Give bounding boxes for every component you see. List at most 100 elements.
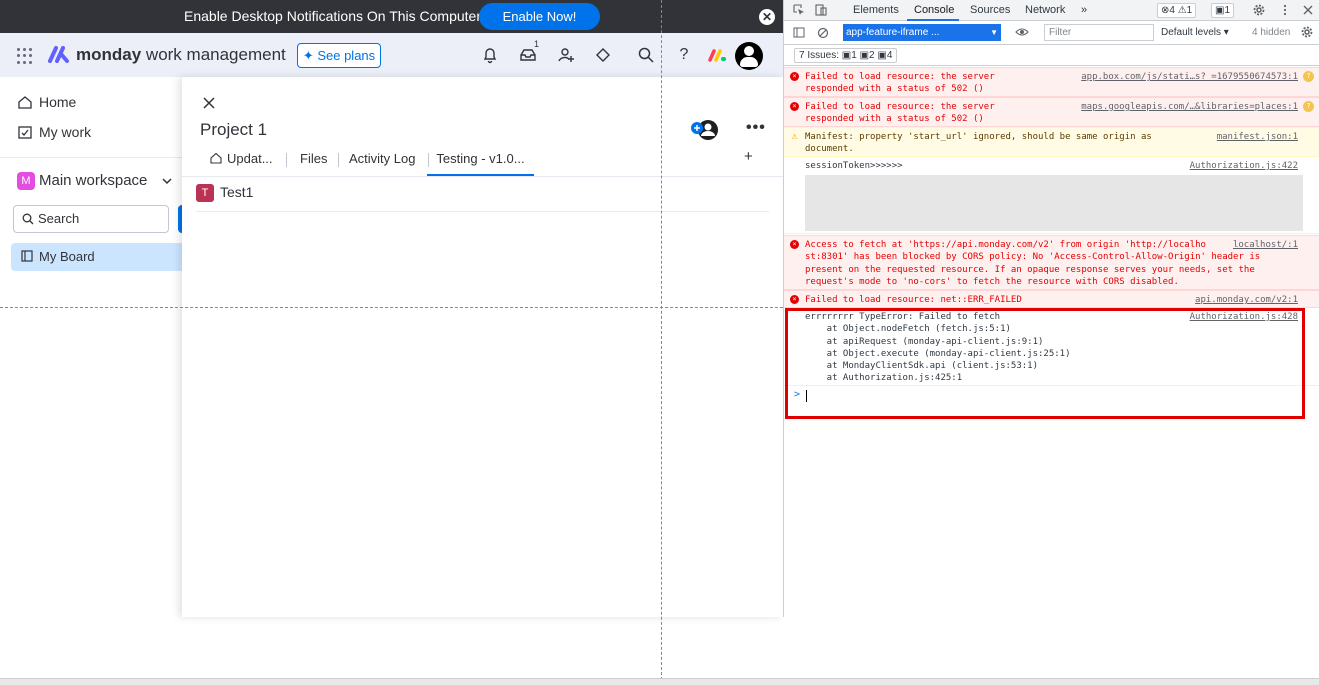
tab-files[interactable]: Files — [300, 148, 327, 176]
guide-line-horizontal — [0, 307, 783, 308]
close-icon[interactable] — [202, 96, 216, 110]
warning-icon: ⚠ — [791, 131, 798, 142]
log-source-link[interactable]: app.box.com/js/stati…s?_=1679550674573:1 — [1081, 71, 1298, 83]
tab-console[interactable]: Console — [914, 4, 954, 16]
log-source-link[interactable]: api.monday.com/v2:1 — [1195, 294, 1298, 306]
see-plans-button[interactable]: ✦ See plans — [297, 43, 381, 68]
more-options-icon[interactable]: ••• — [746, 119, 766, 137]
sidebar-toggle-icon[interactable] — [793, 27, 805, 38]
console-message-log: sessionToken>>>>>> Authorization.js:422 — [784, 157, 1319, 234]
settings-gear-icon[interactable] — [1253, 4, 1265, 16]
workspace-selector[interactable]: M Main workspace — [17, 172, 172, 191]
sidebar: Home My work M Main workspace Search My B… — [0, 77, 183, 685]
guide-line-vertical — [661, 0, 662, 685]
bell-icon[interactable] — [481, 46, 499, 64]
inbox-count-badge: 1 — [534, 39, 540, 49]
notification-bar: Enable Desktop Notifications On This Com… — [0, 0, 783, 33]
console-message-warning: ⚠ Manifest: property 'start_url' ignored… — [784, 127, 1319, 157]
item-panel: Project 1 ••• Updat... Files Activity Lo… — [182, 77, 783, 617]
console-settings-icon[interactable] — [1301, 26, 1313, 38]
context-selector[interactable]: app-feature-iframe ... ▼ — [843, 24, 1001, 41]
apps-grid-icon[interactable] — [17, 48, 33, 64]
console-message-error: × Failed to load resource: the server re… — [784, 67, 1319, 97]
integrations-icon[interactable] — [594, 46, 612, 64]
checkbox-calendar-icon — [18, 126, 32, 139]
issues-bar: 7 Issues: ▣1 ▣2 ▣4 — [784, 45, 1319, 66]
home-icon — [210, 152, 222, 164]
log-levels-dropdown[interactable]: Default levels ▾ — [1161, 27, 1229, 38]
search-icon[interactable] — [637, 46, 655, 64]
invite-user-icon[interactable] — [557, 46, 575, 64]
log-text: Failed to load resource: the server resp… — [805, 72, 995, 95]
annotation-highlight-box — [785, 308, 1305, 419]
tab-updates[interactable]: Updat... — [210, 148, 273, 176]
list-item[interactable]: T Test1 — [196, 184, 253, 204]
board-name: My Board — [39, 249, 95, 264]
tab-activity-log[interactable]: Activity Log — [349, 148, 415, 176]
dropdown-arrow-icon: ▼ — [990, 28, 998, 37]
tab-divider — [338, 153, 339, 167]
ai-explain-icon[interactable]: ? — [1303, 101, 1314, 112]
item-divider — [196, 211, 769, 212]
search-icon — [22, 213, 34, 225]
add-view-button[interactable]: + — [744, 148, 753, 165]
more-tabs-button[interactable]: » — [1081, 4, 1087, 16]
log-text: Access to fetch at 'https://api.monday.c… — [805, 240, 1261, 287]
enable-now-button[interactable]: Enable Now! — [479, 3, 600, 30]
tab-elements[interactable]: Elements — [853, 4, 899, 16]
inspect-element-icon[interactable] — [793, 4, 805, 16]
user-avatar[interactable] — [735, 42, 763, 70]
tab-testing[interactable]: Testing - v1.0... — [427, 148, 534, 176]
top-bar: monday work management ✦ See plans 1 ? — [0, 33, 783, 77]
log-source-link[interactable]: maps.googleapis.com/…&libraries=places:1 — [1081, 101, 1298, 113]
workspace-name: Main workspace — [39, 172, 148, 189]
error-icon: × — [790, 72, 799, 81]
monday-app: Enable Desktop Notifications On This Com… — [0, 0, 783, 685]
live-expression-eye-icon[interactable] — [1015, 27, 1029, 37]
kebab-menu-icon[interactable] — [1279, 4, 1291, 16]
devtools-tab-bar: Elements Console Sources Network » ⊗4 ⚠1… — [784, 0, 1319, 21]
monday-logo-icon — [48, 46, 69, 63]
issues-count[interactable]: ▣1 — [1211, 3, 1235, 18]
tab-updates-label: Updat... — [227, 151, 273, 166]
log-source-link[interactable]: localhost/:1 — [1233, 239, 1298, 251]
issues-summary-button[interactable]: 7 Issues: ▣1 ▣2 ▣4 — [794, 48, 898, 63]
sidebar-search-input[interactable]: Search — [13, 205, 169, 233]
sidebar-my-work-label: My work — [39, 124, 92, 140]
log-source-link[interactable]: manifest.json:1 — [1217, 131, 1298, 143]
item-avatar: T — [196, 184, 214, 203]
sidebar-item-home[interactable]: Home — [17, 92, 76, 112]
clear-console-icon[interactable] — [817, 27, 829, 39]
bottom-scrollbar[interactable] — [0, 678, 1319, 685]
log-source-link[interactable]: Authorization.js:422 — [1190, 160, 1298, 172]
brand-name: monday work management — [76, 45, 286, 64]
console-toolbar: app-feature-iframe ... ▼ Filter Default l… — [784, 21, 1319, 45]
redacted-block — [805, 175, 1303, 231]
sidebar-item-my-work[interactable]: My work — [17, 122, 91, 142]
console-message-error: × Failed to load resource: net::ERR_FAIL… — [784, 290, 1319, 308]
context-value: app-feature-iframe ... — [846, 27, 940, 38]
monday-apps-icon[interactable] — [707, 45, 729, 65]
log-text: Manifest: property 'start_url' ignored, … — [805, 132, 1152, 155]
tab-sources[interactable]: Sources — [970, 4, 1010, 16]
tab-network[interactable]: Network — [1025, 4, 1065, 16]
help-icon[interactable]: ? — [675, 46, 693, 64]
device-toolbar-icon[interactable] — [815, 4, 827, 16]
tab-divider — [286, 153, 287, 167]
hidden-count: 4 hidden — [1252, 27, 1291, 38]
filter-input[interactable]: Filter — [1044, 24, 1154, 41]
error-icon: × — [790, 102, 799, 111]
close-notification-icon[interactable]: ✕ — [759, 9, 775, 25]
add-subscriber-icon[interactable] — [690, 119, 720, 141]
panel-title: Project 1 — [200, 120, 268, 139]
ai-explain-icon[interactable]: ? — [1303, 71, 1314, 82]
error-warning-count[interactable]: ⊗4 ⚠1 — [1157, 3, 1197, 18]
close-devtools-icon[interactable] — [1302, 4, 1314, 16]
sidebar-home-label: Home — [39, 94, 77, 110]
sidebar-item-my-board[interactable]: My Board — [11, 243, 183, 271]
workspace-icon: M — [17, 172, 35, 191]
log-text: sessionToken>>>>>> — [805, 161, 903, 171]
tabs-divider — [182, 176, 783, 177]
console-message-error: × Access to fetch at 'https://api.monday… — [784, 235, 1319, 290]
log-text: Failed to load resource: the server resp… — [805, 102, 995, 125]
